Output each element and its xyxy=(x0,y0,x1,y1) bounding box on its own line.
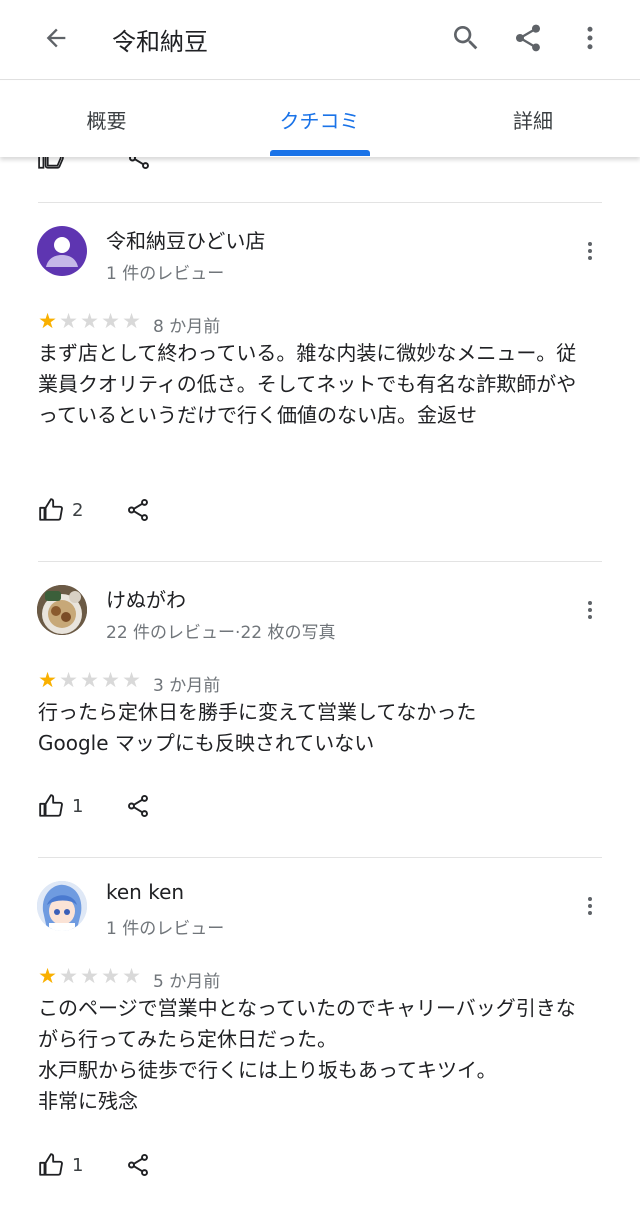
share-button[interactable] xyxy=(508,18,548,58)
star-rating: ★ ★ ★ ★ ★ xyxy=(37,966,142,987)
search-button[interactable] xyxy=(446,18,486,58)
share-icon xyxy=(128,498,148,522)
star-empty-icon: ★ xyxy=(59,309,78,333)
reviewer-name[interactable]: けぬがわ xyxy=(106,584,186,613)
review-more-button[interactable] xyxy=(574,590,606,630)
back-button[interactable] xyxy=(38,20,74,56)
food-photo-avatar xyxy=(37,585,87,635)
review-text: このページで営業中となっていたのでキャリーバッグ引きながら行ってみたら定休日だっ… xyxy=(38,996,576,1113)
share-icon xyxy=(129,157,149,170)
star-empty-icon: ★ xyxy=(59,964,78,988)
avatar[interactable] xyxy=(37,881,87,931)
like-count: 1 xyxy=(72,795,84,817)
star-empty-icon: ★ xyxy=(80,668,99,692)
avatar[interactable] xyxy=(37,226,87,276)
divider xyxy=(38,561,602,562)
star-empty-icon: ★ xyxy=(122,309,141,333)
review-more-button[interactable] xyxy=(574,231,606,271)
more-vert-icon xyxy=(587,26,593,50)
thumb-up-icon xyxy=(38,157,64,169)
tab-overview[interactable]: 概要 xyxy=(0,81,213,157)
reviewer-meta: 1 件のレビュー xyxy=(106,919,225,939)
share-review-button[interactable] xyxy=(124,496,152,524)
arrow-back-icon xyxy=(46,28,66,48)
star-empty-icon: ★ xyxy=(80,309,99,333)
thumb-up-icon xyxy=(39,498,63,521)
review-time: 3 か月前 xyxy=(153,676,221,696)
share-icon xyxy=(128,794,148,818)
search-icon xyxy=(454,26,478,50)
tab-reviews[interactable]: クチコミ xyxy=(213,81,426,157)
review-time: 5 か月前 xyxy=(153,972,221,992)
more-vert-icon xyxy=(588,242,592,260)
reviewer-meta: 1 件のレビュー xyxy=(106,264,225,284)
share-icon xyxy=(516,24,540,52)
more-vert-icon xyxy=(588,601,592,619)
like-count: 1 xyxy=(72,1154,84,1176)
reviewer-meta: 22 件のレビュー·22 枚の写真 xyxy=(106,623,336,643)
divider xyxy=(38,857,602,858)
active-tab-indicator xyxy=(270,150,370,156)
review-text: 行ったら定休日を勝手に変えて営業してなかった Google マップにも反映されて… xyxy=(38,700,477,755)
reviewer-name[interactable]: ken ken xyxy=(106,880,184,904)
tab-details[interactable]: 詳細 xyxy=(426,81,640,157)
more-vert-icon xyxy=(588,897,592,915)
star-filled-icon: ★ xyxy=(38,964,57,988)
like-button[interactable]: 1 xyxy=(38,793,83,819)
anime-character-avatar xyxy=(37,881,87,931)
person-icon xyxy=(46,237,78,267)
like-count: 2 xyxy=(72,499,84,521)
share-review-button[interactable] xyxy=(124,1151,152,1179)
avatar[interactable] xyxy=(37,585,87,635)
share-review-button[interactable] xyxy=(124,792,152,820)
page-title: 令和納豆 xyxy=(112,28,208,56)
star-empty-icon: ★ xyxy=(122,668,141,692)
star-filled-icon: ★ xyxy=(38,668,57,692)
thumb-up-icon xyxy=(39,1153,63,1176)
star-empty-icon: ★ xyxy=(101,309,120,333)
review-time: 8 か月前 xyxy=(153,317,221,337)
star-empty-icon: ★ xyxy=(59,668,78,692)
tab-bar: 概要 クチコミ 詳細 xyxy=(0,81,640,157)
thumb-up-icon xyxy=(39,794,63,817)
like-button[interactable]: 2 xyxy=(38,497,83,523)
star-filled-icon: ★ xyxy=(38,309,57,333)
star-empty-icon: ★ xyxy=(122,964,141,988)
star-empty-icon: ★ xyxy=(80,964,99,988)
review-more-button[interactable] xyxy=(574,886,606,926)
share-icon xyxy=(128,1153,148,1177)
review-text: まず店として終わっている。雑な内装に微妙なメニュー。従業員クオリティの低さ。そし… xyxy=(38,341,577,427)
app-bar: 令和納豆 xyxy=(0,0,640,80)
star-rating: ★ ★ ★ ★ ★ xyxy=(37,311,142,332)
divider xyxy=(38,202,602,203)
like-button[interactable]: 1 xyxy=(38,1152,83,1178)
reviews-list: 令和納豆ひどい店 1 件のレビュー ★ ★ ★ ★ ★ 8 か月前 まず店として終わって… xyxy=(0,157,640,1205)
star-empty-icon: ★ xyxy=(101,964,120,988)
star-rating: ★ ★ ★ ★ ★ xyxy=(37,670,142,691)
reviewer-name[interactable]: 令和納豆ひどい店 xyxy=(106,225,265,254)
more-options-button[interactable] xyxy=(570,18,610,58)
star-empty-icon: ★ xyxy=(101,668,120,692)
